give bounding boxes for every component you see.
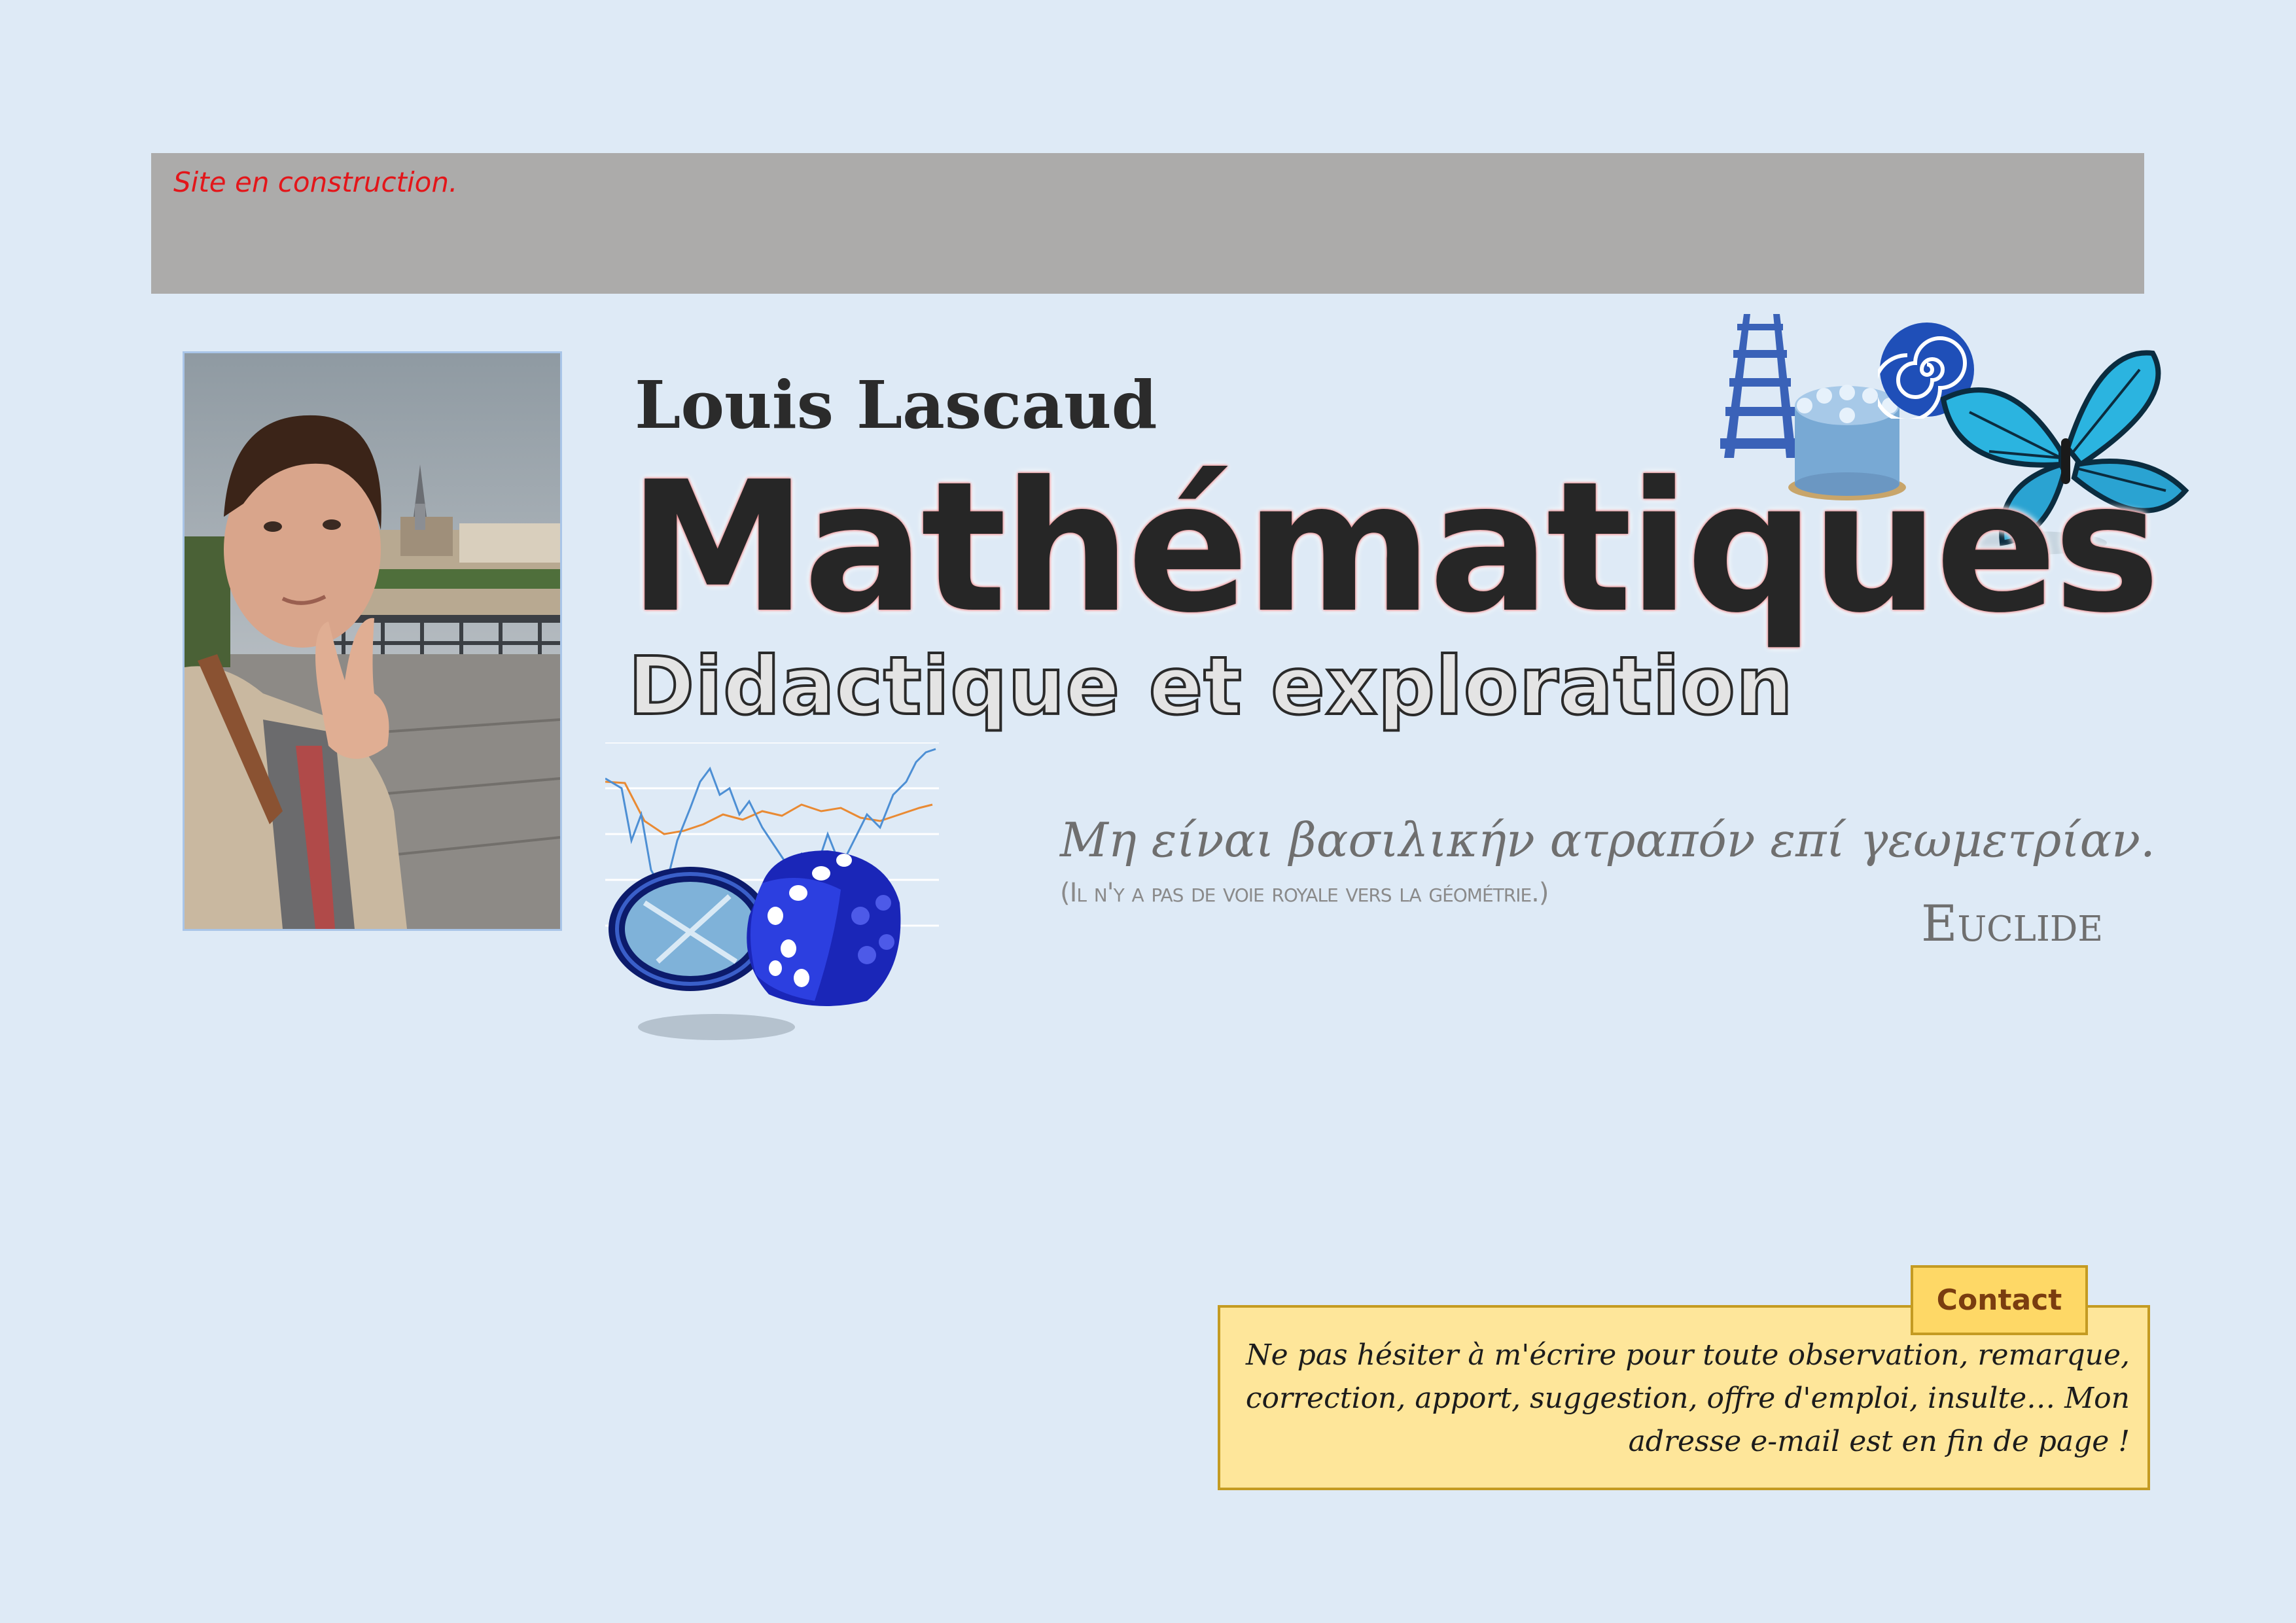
author-name: Louis Lascaud <box>635 366 1157 444</box>
contact-message: Ne pas hésiter à m'écrire pour toute obs… <box>1245 1338 2130 1458</box>
quote-translation: (Il n'y a pas de voie royale vers la géo… <box>1060 878 1549 908</box>
contact-tab: Contact <box>1911 1265 2088 1335</box>
site-subtitle: Didactique et exploration <box>627 640 1794 733</box>
quote-greek: Μη είναι βασιλικήν ατραπόν επί γεωμετρία… <box>1060 812 2155 867</box>
portrait-photo <box>183 351 562 931</box>
construction-notice: Site en construction. <box>173 166 458 198</box>
site-title: Mathématiques <box>628 443 2161 652</box>
quote-author: Euclide <box>1921 894 2104 952</box>
construction-banner: Site en construction. <box>151 153 2144 294</box>
dice-icon <box>736 844 906 1014</box>
